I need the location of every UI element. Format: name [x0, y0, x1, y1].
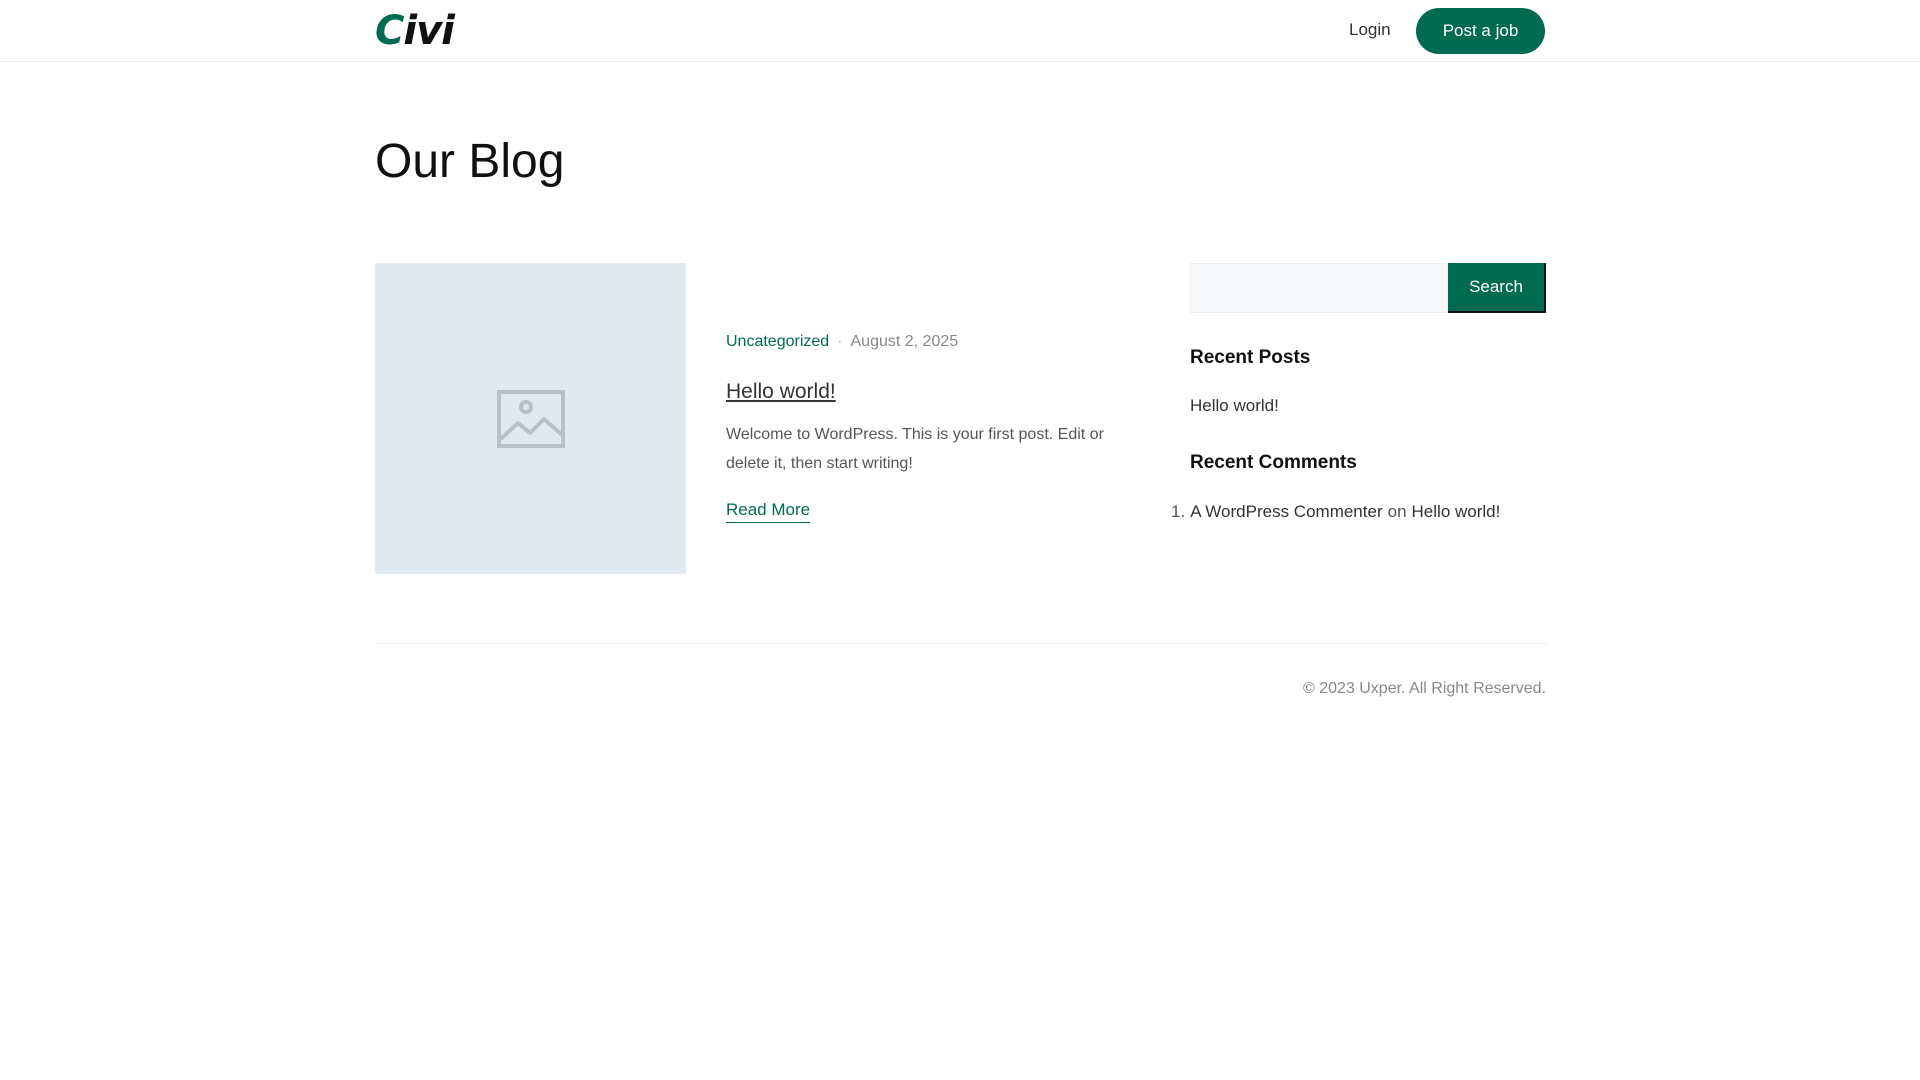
recent-comments-title: Recent Comments	[1190, 452, 1357, 473]
post-excerpt: Welcome to WordPress. This is your first…	[726, 426, 1104, 472]
site-logo[interactable]: Civi	[375, 8, 455, 54]
search-form: Search	[1190, 263, 1546, 313]
footer-divider	[375, 643, 1546, 644]
site-header: Civi Login Post a job	[0, 0, 1920, 62]
post-thumbnail[interactable]	[375, 263, 686, 574]
post-date: August 2, 2025	[850, 333, 959, 350]
page-title: Our Blog	[375, 135, 565, 188]
logo-text: ivi	[403, 8, 454, 54]
login-link[interactable]: Login	[1349, 20, 1391, 40]
recent-comments-list: 1. A WordPress Commenter on Hello world!	[1171, 502, 1500, 522]
copyright-text: © 2023 Uxper. All Right Reserved.	[1302, 680, 1546, 697]
comment-author-link[interactable]: A WordPress Commenter	[1190, 502, 1382, 522]
post-category-link[interactable]: Uncategorized	[726, 333, 829, 351]
post-job-button[interactable]: Post a job	[1416, 8, 1545, 54]
recent-post-link[interactable]: Hello world!	[1190, 396, 1279, 416]
comment-connector: on	[1387, 502, 1407, 521]
image-placeholder-icon	[496, 389, 565, 448]
post-meta: Uncategorized · August 2, 2025	[726, 333, 958, 351]
logo-initial: C	[375, 8, 404, 54]
search-input[interactable]	[1190, 263, 1448, 313]
comment-post-link[interactable]: Hello world!	[1412, 502, 1501, 522]
search-button[interactable]: Search	[1448, 263, 1546, 313]
recent-posts-title: Recent Posts	[1190, 347, 1311, 368]
post-title-link[interactable]: Hello world!	[726, 380, 836, 404]
comment-item: 1. A WordPress Commenter on Hello world!	[1171, 502, 1500, 522]
meta-separator: ·	[837, 333, 843, 350]
read-more-link[interactable]: Read More	[726, 500, 811, 523]
comment-number: 1.	[1171, 502, 1186, 521]
